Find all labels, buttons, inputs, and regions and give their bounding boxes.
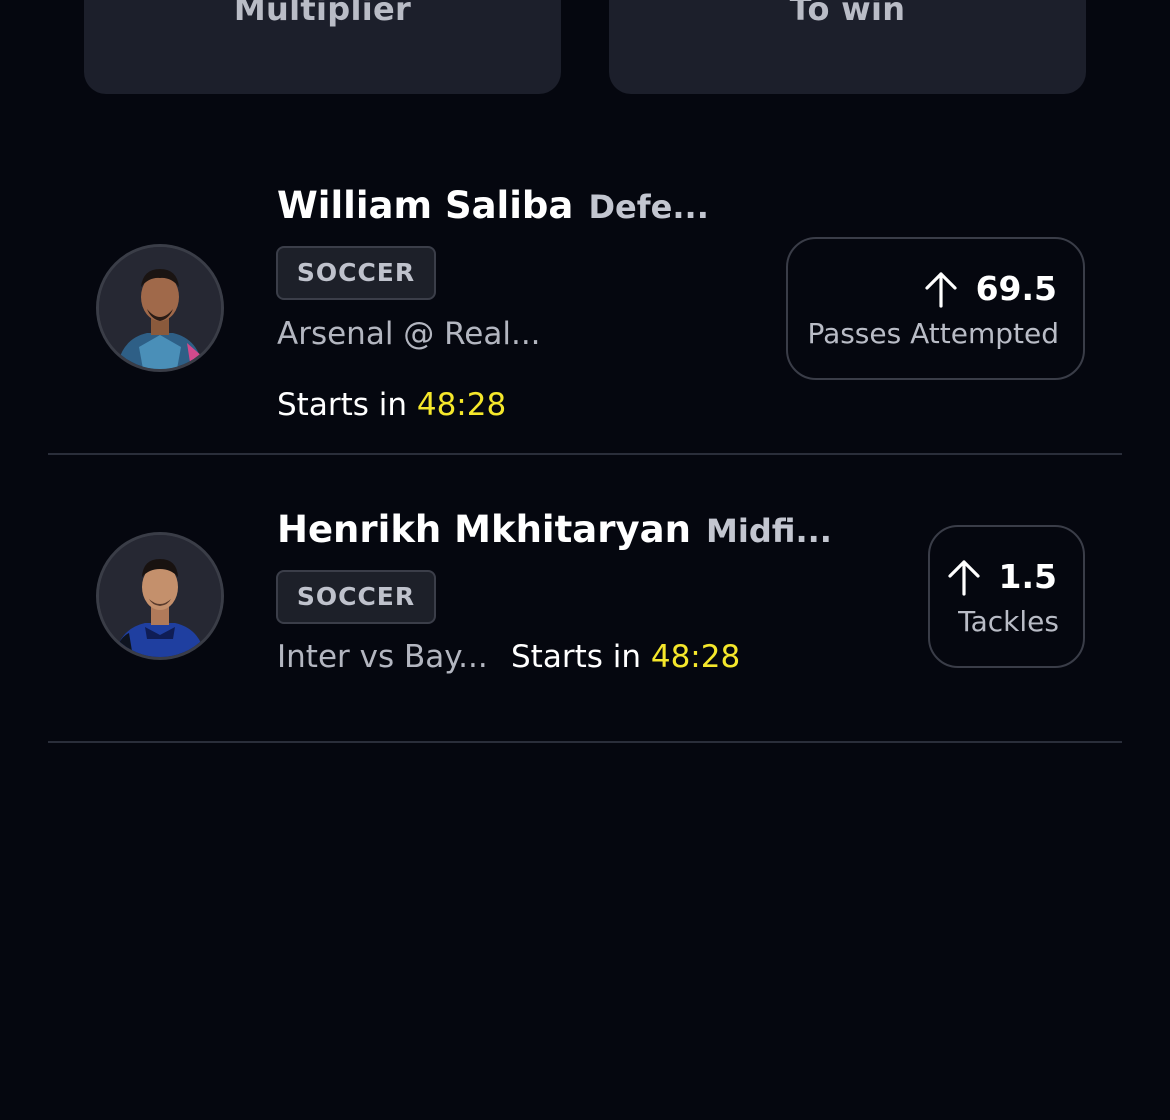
sport-badge: SOCCER <box>276 246 436 300</box>
player-position: Defe... <box>588 188 709 226</box>
stat-label: Passes Attempted <box>807 317 1059 350</box>
countdown-timer: 48:28 <box>650 639 741 675</box>
player-headshot-icon <box>99 535 221 657</box>
player-position: Midfi... <box>706 512 832 550</box>
player-name: William Saliba <box>277 184 574 227</box>
player-name: Henrikh Mkhitaryan <box>277 508 691 551</box>
to-win-label: To win <box>789 0 906 28</box>
arrow-up-icon <box>947 558 981 596</box>
multiplier-label: Multiplier <box>233 0 412 28</box>
pick-row: Henrikh Mkhitaryan Midfi... SOCCER Inter… <box>48 455 1122 743</box>
multiplier-card[interactable]: Multiplier <box>84 0 561 94</box>
prop-line-button[interactable]: 69.5 Passes Attempted <box>786 237 1085 380</box>
start-time: Starts in 48:28 <box>511 639 740 675</box>
player-avatar <box>96 532 224 660</box>
arrow-up-icon <box>924 270 958 308</box>
matchup-text: Inter vs Bay... <box>277 639 488 675</box>
player-header: Henrikh Mkhitaryan Midfi... <box>277 508 832 551</box>
matchup-text: Arsenal @ Real... <box>277 316 541 352</box>
player-header: William Saliba Defe... <box>277 184 709 227</box>
line-value: 69.5 <box>975 269 1057 308</box>
to-win-card[interactable]: To win <box>609 0 1086 94</box>
prop-line-button[interactable]: 1.5 Tackles <box>928 525 1085 668</box>
sport-badge: SOCCER <box>276 570 436 624</box>
start-time: Starts in 48:28 <box>277 387 506 423</box>
pick-row: William Saliba Defe... SOCCER Arsenal @ … <box>48 150 1122 455</box>
player-headshot-icon <box>99 247 221 369</box>
starts-label: Starts in <box>277 387 407 423</box>
line-value: 1.5 <box>998 557 1057 596</box>
starts-label: Starts in <box>511 639 641 675</box>
countdown-timer: 48:28 <box>416 387 507 423</box>
player-avatar <box>96 244 224 372</box>
stat-label: Tackles <box>958 605 1059 638</box>
